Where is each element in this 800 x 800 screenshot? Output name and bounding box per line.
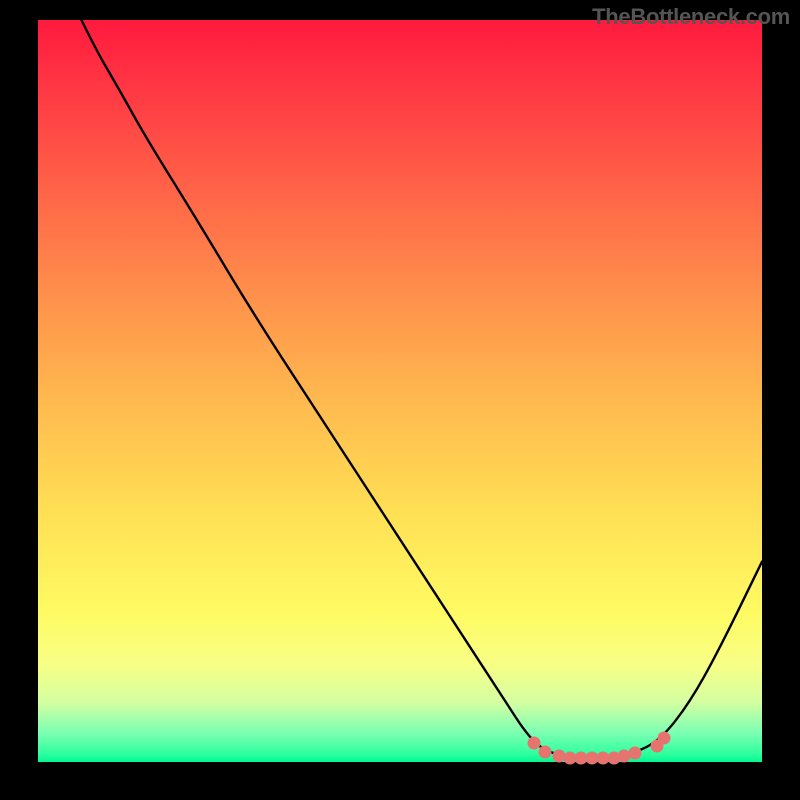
sweet-spot-dot xyxy=(629,747,642,760)
sweet-spot-dot xyxy=(658,731,671,744)
watermark-text: TheBottleneck.com xyxy=(592,4,790,30)
sweet-spot-dot xyxy=(538,746,551,759)
chart-plot-area xyxy=(38,20,762,762)
bottleneck-curve xyxy=(38,20,762,762)
